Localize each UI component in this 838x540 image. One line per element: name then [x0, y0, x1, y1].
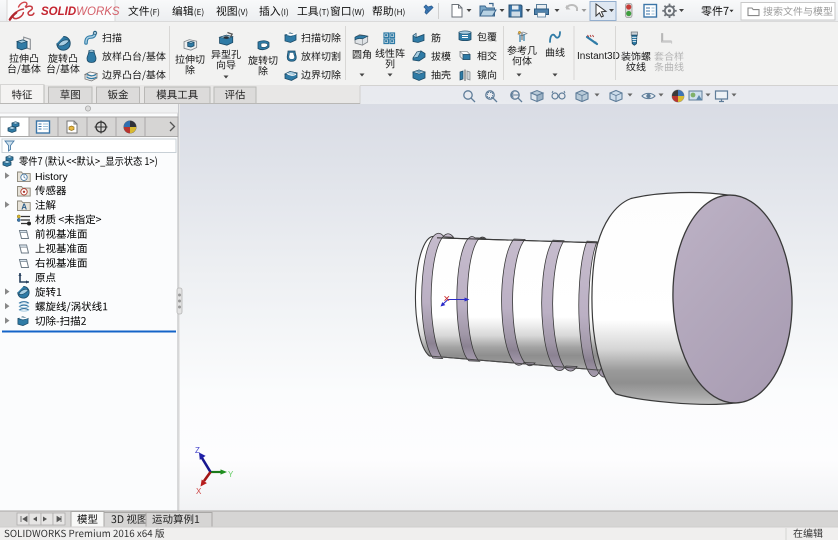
svg-text:A: A	[21, 203, 27, 212]
svg-text:Z: Z	[195, 446, 200, 455]
svg-text:Instant3D: Instant3D	[577, 51, 620, 62]
svg-text:SOLIDWORKS: SOLIDWORKS	[41, 6, 120, 18]
svg-text:X: X	[196, 487, 202, 496]
svg-text:Y: Y	[228, 470, 234, 479]
svg-text:History: History	[35, 171, 68, 183]
